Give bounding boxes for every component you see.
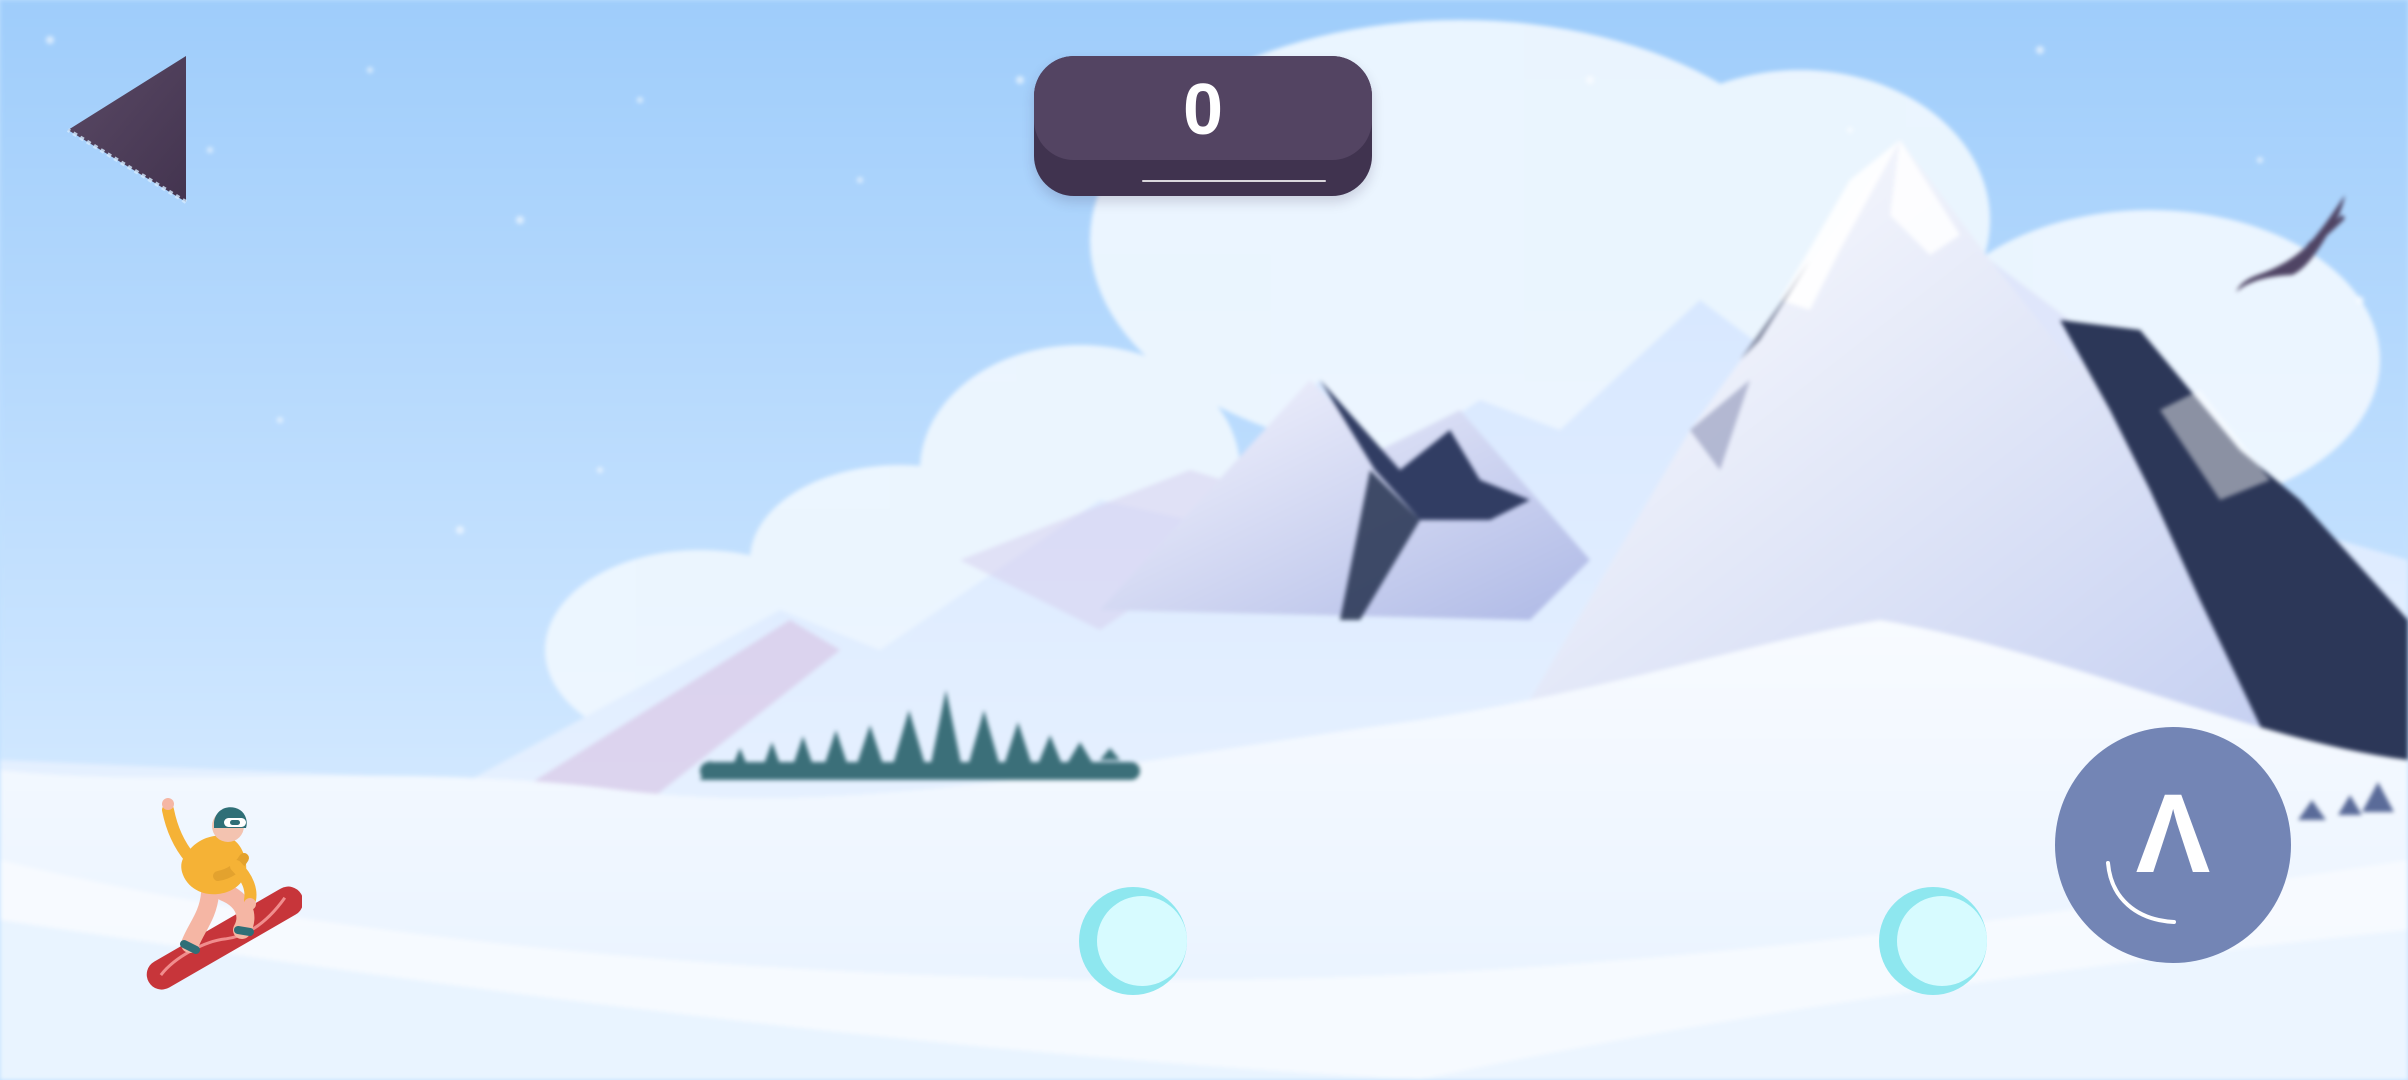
jump-button-glyph: Λ [2136, 771, 2211, 896]
caret-up-icon: Λ [2055, 727, 2291, 963]
score-underline [1142, 180, 1326, 182]
triangle-left-icon [66, 56, 188, 204]
score-panel: 0 [1034, 56, 1372, 196]
game-stage: 0 Λ [0, 0, 2408, 1080]
coin-icon [1079, 887, 1187, 995]
snowboarder [146, 798, 302, 990]
back-button[interactable] [62, 52, 192, 212]
score-value: 0 [1182, 70, 1224, 150]
jump-button[interactable]: Λ [2054, 726, 2292, 964]
coin-icon [1879, 887, 1987, 995]
